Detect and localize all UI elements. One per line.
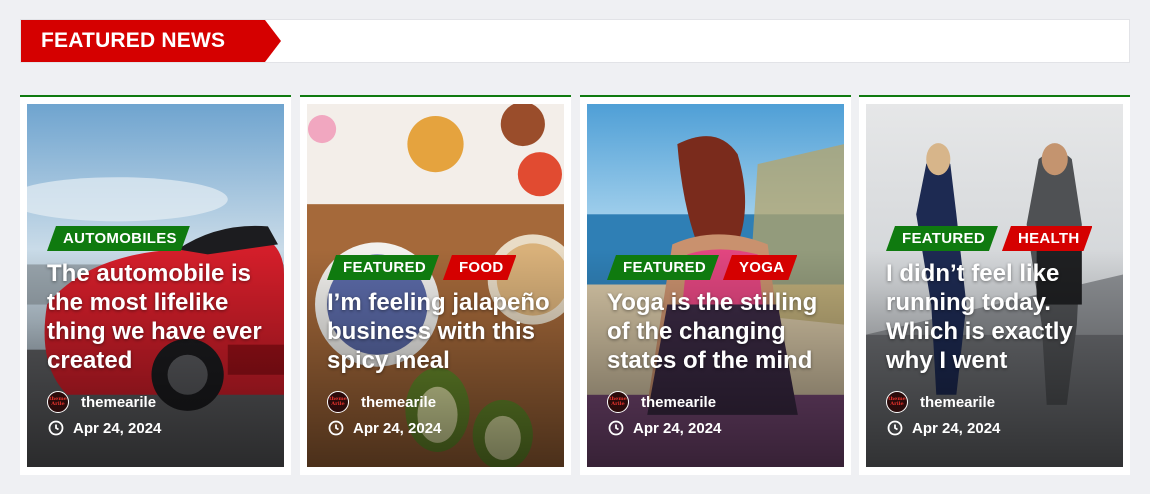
post-date: Apr 24, 2024 bbox=[47, 417, 274, 439]
author-avatar: theme Arile bbox=[886, 391, 908, 413]
post-author[interactable]: theme Arile themearile bbox=[327, 391, 554, 413]
author-name[interactable]: themearile bbox=[920, 394, 995, 411]
post-tags: AUTOMOBILES bbox=[47, 226, 274, 251]
author-name[interactable]: themearile bbox=[641, 394, 716, 411]
avatar-logo-text: theme Arile bbox=[329, 396, 347, 407]
post-title[interactable]: Yoga is the stilling of the changing sta… bbox=[607, 288, 834, 375]
author-avatar: theme Arile bbox=[327, 391, 349, 413]
news-card[interactable]: FEATURED HEALTH I didn’t feel like runni… bbox=[859, 95, 1130, 475]
category-tag-yoga[interactable]: YOGA bbox=[723, 255, 797, 280]
section-header: FEATURED NEWS bbox=[20, 19, 1130, 63]
avatar-logo-text: theme Arile bbox=[49, 396, 67, 407]
post-content: AUTOMOBILES The automobile is the most l… bbox=[47, 226, 274, 439]
news-card-body[interactable]: FEATURED YOGA Yoga is the stilling of th… bbox=[587, 104, 844, 467]
news-card-body[interactable]: AUTOMOBILES The automobile is the most l… bbox=[27, 104, 284, 467]
featured-news-grid: AUTOMOBILES The automobile is the most l… bbox=[20, 95, 1130, 475]
avatar-logo-text: theme Arile bbox=[888, 396, 906, 407]
section-title: FEATURED NEWS bbox=[21, 20, 281, 62]
date-text: Apr 24, 2024 bbox=[73, 419, 162, 437]
news-card[interactable]: AUTOMOBILES The automobile is the most l… bbox=[20, 95, 291, 475]
date-text: Apr 24, 2024 bbox=[353, 419, 442, 437]
post-content: FEATURED HEALTH I didn’t feel like runni… bbox=[886, 226, 1113, 439]
clock-icon bbox=[328, 420, 344, 436]
post-title[interactable]: The automobile is the most lifelike thin… bbox=[47, 259, 274, 375]
author-avatar: theme Arile bbox=[607, 391, 629, 413]
post-author[interactable]: theme Arile themearile bbox=[47, 391, 274, 413]
post-date: Apr 24, 2024 bbox=[327, 417, 554, 439]
post-date: Apr 24, 2024 bbox=[886, 417, 1113, 439]
news-card[interactable]: FEATURED FOOD I’m feeling jalapeño busin… bbox=[300, 95, 571, 475]
post-date: Apr 24, 2024 bbox=[607, 417, 834, 439]
post-title[interactable]: I didn’t feel like running today. Which … bbox=[886, 259, 1113, 375]
date-text: Apr 24, 2024 bbox=[912, 419, 1001, 437]
author-name[interactable]: themearile bbox=[361, 394, 436, 411]
category-tag-featured[interactable]: FEATURED bbox=[607, 255, 719, 280]
clock-icon bbox=[48, 420, 64, 436]
avatar-logo-text: theme Arile bbox=[609, 396, 627, 407]
post-tags: FEATURED YOGA bbox=[607, 255, 834, 280]
post-author[interactable]: theme Arile themearile bbox=[607, 391, 834, 413]
news-card-body[interactable]: FEATURED FOOD I’m feeling jalapeño busin… bbox=[307, 104, 564, 467]
category-tag-health[interactable]: HEALTH bbox=[1002, 226, 1093, 251]
clock-icon bbox=[887, 420, 903, 436]
author-name[interactable]: themearile bbox=[81, 394, 156, 411]
date-text: Apr 24, 2024 bbox=[633, 419, 722, 437]
category-tag-automobiles[interactable]: AUTOMOBILES bbox=[47, 226, 190, 251]
post-content: FEATURED FOOD I’m feeling jalapeño busin… bbox=[327, 255, 554, 439]
category-tag-food[interactable]: FOOD bbox=[443, 255, 517, 280]
post-tags: FEATURED HEALTH bbox=[886, 226, 1113, 251]
category-tag-featured[interactable]: FEATURED bbox=[327, 255, 439, 280]
author-avatar: theme Arile bbox=[47, 391, 69, 413]
post-author[interactable]: theme Arile themearile bbox=[886, 391, 1113, 413]
news-card-body[interactable]: FEATURED HEALTH I didn’t feel like runni… bbox=[866, 104, 1123, 467]
post-content: FEATURED YOGA Yoga is the stilling of th… bbox=[607, 255, 834, 439]
clock-icon bbox=[608, 420, 624, 436]
category-tag-featured[interactable]: FEATURED bbox=[886, 226, 998, 251]
post-title[interactable]: I’m feeling jalapeño business with this … bbox=[327, 288, 554, 375]
news-card[interactable]: FEATURED YOGA Yoga is the stilling of th… bbox=[580, 95, 851, 475]
post-tags: FEATURED FOOD bbox=[327, 255, 554, 280]
